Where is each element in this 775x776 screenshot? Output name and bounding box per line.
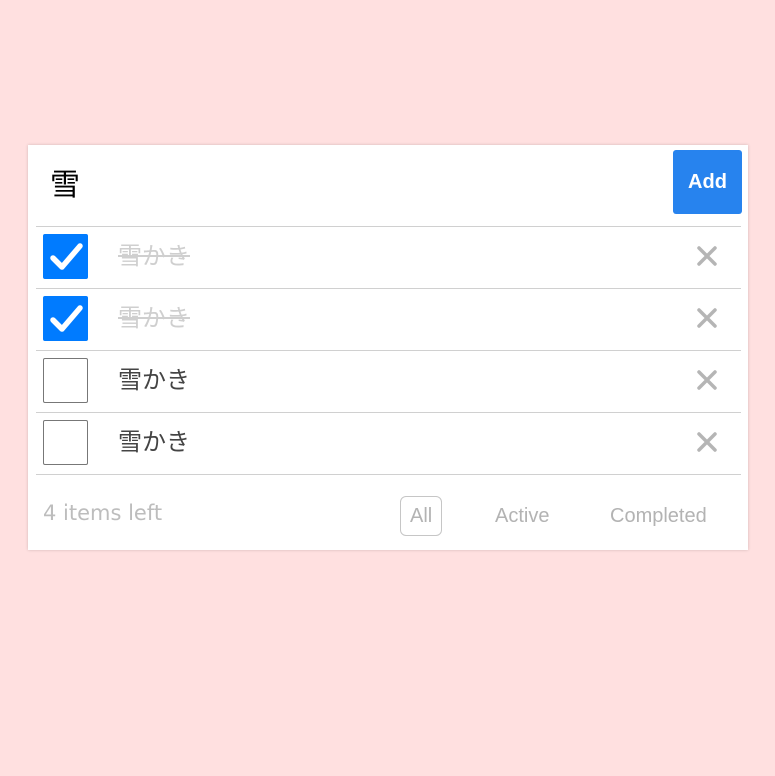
filter-all[interactable]: All [400,496,443,536]
todo-list: 雪かき 雪かき 雪かき 雪かき [36,227,741,475]
todo-text: 雪かき [118,366,190,394]
close-icon[interactable] [695,306,719,330]
check-icon [50,305,83,332]
items-left-count: 4 items left [43,501,163,525]
check-icon [50,243,83,270]
new-todo-input[interactable] [36,150,656,214]
list-item: 雪かき [36,227,741,289]
todo-text: 雪かき [118,242,190,270]
list-item: 雪かき [36,413,741,475]
todo-checkbox[interactable] [43,420,88,465]
todo-checkbox[interactable] [43,296,88,341]
todo-card: Add 雪かき 雪かき [28,145,748,550]
list-item: 雪かき [36,289,741,351]
list-item: 雪かき [36,351,741,413]
filter-completed[interactable]: Completed [600,496,717,536]
todo-footer: 4 items left All Active Completed [36,481,741,541]
todo-checkbox[interactable] [43,234,88,279]
close-icon[interactable] [695,244,719,268]
todo-text: 雪かき [118,304,190,332]
todo-text: 雪かき [118,428,190,456]
todo-checkbox[interactable] [43,358,88,403]
add-button[interactable]: Add [673,150,742,214]
filter-active[interactable]: Active [485,496,559,536]
new-todo-row: Add [36,150,742,227]
close-icon[interactable] [695,430,719,454]
close-icon[interactable] [695,368,719,392]
